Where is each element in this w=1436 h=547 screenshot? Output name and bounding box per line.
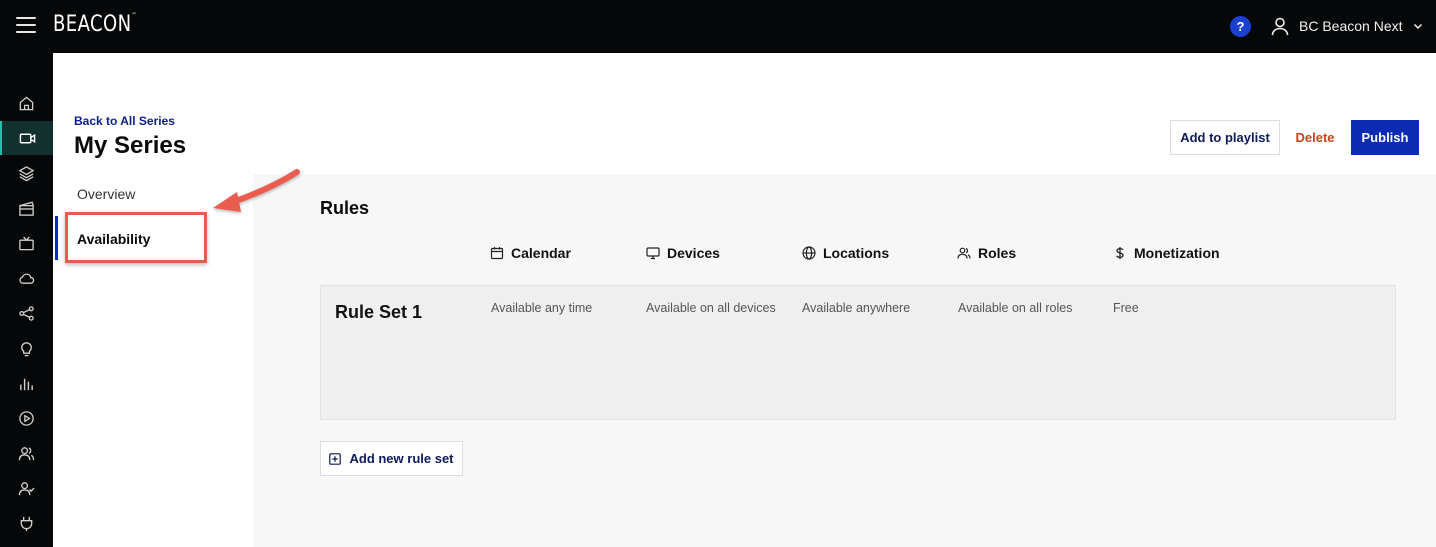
rail-users[interactable]: [0, 436, 53, 470]
page-header: [53, 53, 1436, 174]
rules-title: Rules: [320, 198, 370, 218]
publish-button[interactable]: Publish: [1351, 120, 1419, 155]
rule-value-calendar: Available any time: [491, 301, 593, 315]
side-nav: [53, 174, 253, 547]
rail-integrations[interactable]: [0, 506, 53, 540]
rail-ideas[interactable]: [0, 331, 53, 365]
back-to-all-series-link[interactable]: Back to All Series: [74, 114, 175, 128]
rail-analytics[interactable]: [0, 366, 53, 400]
user-menu[interactable]: BC Beacon Next: [1270, 14, 1423, 38]
rail-media[interactable]: [0, 191, 53, 225]
rule-value-devices: Available on all devices: [646, 301, 776, 315]
video-camera-icon: [19, 133, 36, 143]
users-icon: [957, 247, 971, 259]
side-nav-availability[interactable]: Availability: [77, 231, 150, 247]
user-icon: [1271, 17, 1289, 36]
user-check-icon: [18, 481, 35, 495]
cloud-icon: [19, 273, 35, 284]
monitor-icon: [646, 247, 660, 260]
side-nav-overview[interactable]: Overview: [77, 186, 135, 202]
column-calendar: Calendar: [490, 243, 571, 263]
app-logo[interactable]: BEACON™: [53, 12, 137, 37]
hamburger-menu-icon[interactable]: [16, 17, 36, 33]
rail-tv[interactable]: [0, 226, 53, 260]
add-new-rule-set-button[interactable]: Add new rule set: [320, 441, 463, 476]
calendar-icon: [490, 247, 504, 260]
rail-share[interactable]: [0, 296, 53, 330]
top-bar: BEACON™ ? BC Beacon Next: [0, 0, 1436, 53]
add-to-playlist-button[interactable]: Add to playlist: [1170, 120, 1280, 155]
column-roles: Roles: [957, 243, 1016, 263]
home-icon: [19, 95, 34, 110]
film-clapper-icon: [19, 201, 34, 216]
rail-video[interactable]: [0, 121, 53, 155]
user-name: BC Beacon Next: [1299, 18, 1403, 34]
rail-home[interactable]: [0, 86, 53, 120]
delete-button[interactable]: Delete: [1290, 120, 1340, 155]
left-rail: [0, 53, 53, 547]
rail-cloud[interactable]: [0, 261, 53, 295]
side-nav-active-indicator: [55, 216, 58, 260]
rule-value-monetization: Free: [1113, 301, 1139, 315]
globe-icon: [802, 246, 816, 260]
play-circle-icon: [19, 410, 34, 426]
rule-value-locations: Available anywhere: [802, 301, 911, 315]
lightbulb-icon: [21, 341, 32, 356]
column-devices: Devices: [646, 243, 720, 263]
dollar-icon: [1116, 247, 1124, 259]
help-icon[interactable]: ?: [1230, 16, 1251, 37]
users-icon: [18, 446, 35, 460]
column-monetization: Monetization: [1113, 243, 1220, 263]
rail-layers[interactable]: [0, 156, 53, 190]
layers-icon: [18, 165, 35, 181]
add-new-rule-set-label: Add new rule set: [349, 451, 454, 466]
rule-value-roles: Available on all roles: [958, 301, 1073, 315]
page-title: My Series: [74, 132, 187, 159]
rail-player[interactable]: [0, 401, 53, 435]
share-nodes-icon: [19, 305, 34, 321]
bar-chart-icon: [20, 378, 33, 390]
plus-square-icon: [329, 452, 342, 465]
chevron-down-icon: [1413, 23, 1422, 30]
column-locations: Locations: [802, 243, 889, 263]
tv-icon: [19, 235, 34, 250]
rule-set-name: Rule Set 1: [335, 302, 423, 322]
plug-icon: [20, 516, 33, 531]
rail-user-management[interactable]: [0, 471, 53, 505]
